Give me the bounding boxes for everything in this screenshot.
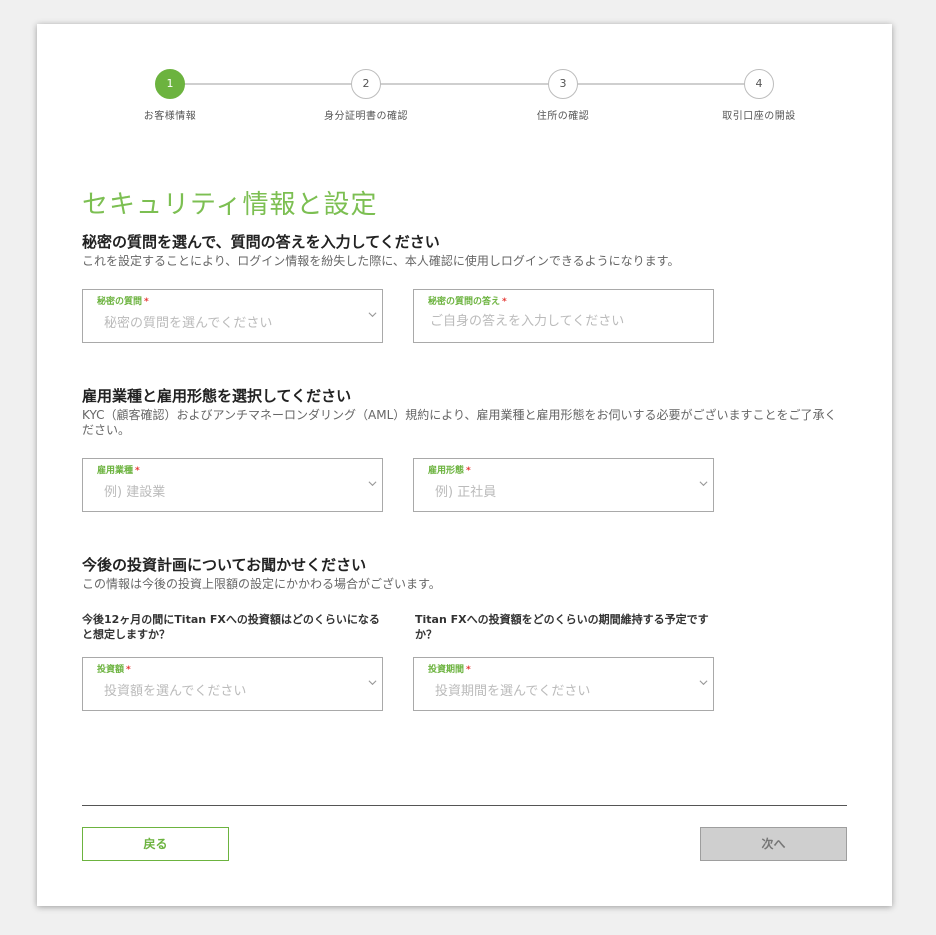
progress-stepper: 1 2 3 4 お客様情報 身分証明書の確認 住所の確認 取引口座の開設 [37, 24, 892, 134]
step-connector [380, 83, 549, 85]
employment-type-label-text: 雇用形態 [428, 466, 465, 476]
secret-question-select[interactable]: 秘密の質問 * 秘密の質問を選んでください [82, 289, 383, 343]
investment-amount-question: 今後12ヶ月の間にTitan FXへの投資額はどのくらいになると想定しますか？ [82, 613, 380, 641]
chevron-down-icon [699, 680, 708, 686]
chevron-down-icon [368, 312, 377, 318]
step-4-indicator: 4 [744, 69, 774, 99]
employment-industry-select[interactable]: 雇用業種 * 例) 建設業 [82, 458, 383, 512]
secret-question-placeholder: 秘密の質問を選んでください [104, 316, 273, 331]
secret-question-label: 秘密の質問 * [97, 294, 149, 307]
investment-amount-placeholder: 投資額を選んでください [104, 684, 247, 699]
investment-period-label: 投資期間 * [428, 662, 471, 675]
required-mark: * [466, 665, 471, 675]
step-4-label: 取引口座の開設 [722, 111, 796, 122]
employment-type-placeholder: 例) 正社員 [435, 485, 497, 500]
next-button[interactable]: 次へ [700, 827, 847, 861]
required-mark: * [126, 665, 131, 675]
investment-amount-label: 投資額 * [97, 662, 131, 675]
page-title: セキュリティ情報と設定 [82, 190, 378, 220]
step-connector [577, 83, 745, 85]
chevron-down-icon [699, 481, 708, 487]
step-1-label: お客様情報 [143, 111, 197, 122]
registration-card: 1 2 3 4 お客様情報 身分証明書の確認 住所の確認 取引口座の開設 セキュ… [37, 24, 892, 906]
investment-period-select[interactable]: 投資期間 * 投資期間を選んでください [413, 657, 714, 711]
step-2-label: 身分証明書の確認 [324, 111, 408, 122]
employment-industry-label-text: 雇用業種 [97, 466, 134, 476]
employment-section-description: KYC（顧客確認）およびアンチマネーロンダリング（AML）規約により、雇用業種と… [82, 408, 837, 437]
employment-section-title: 雇用業種と雇用形態を選択してください [82, 387, 352, 405]
secret-answer-field[interactable]: 秘密の質問の答え * [413, 289, 714, 343]
step-3-label: 住所の確認 [536, 111, 590, 122]
footer-divider [82, 805, 847, 806]
step-connector [170, 83, 366, 85]
investment-period-question: Titan FXへの投資額をどのくらいの期間維持する予定ですか？ [415, 613, 709, 641]
secret-question-label-text: 秘密の質問 [97, 297, 143, 307]
secret-answer-input[interactable] [428, 310, 702, 332]
security-section-title: 秘密の質問を選んで、質問の答えを入力してください [82, 233, 440, 251]
secret-answer-label-text: 秘密の質問の答え [428, 297, 501, 307]
back-button[interactable]: 戻る [82, 827, 229, 861]
chevron-down-icon [368, 481, 377, 487]
step-3-indicator: 3 [548, 69, 578, 99]
chevron-down-icon [368, 680, 377, 686]
required-mark: * [135, 466, 140, 476]
step-1-indicator: 1 [155, 69, 185, 99]
required-mark: * [144, 297, 149, 307]
employment-industry-label: 雇用業種 * [97, 463, 140, 476]
employment-type-select[interactable]: 雇用形態 * 例) 正社員 [413, 458, 714, 512]
required-mark: * [502, 297, 507, 307]
investment-section-description: この情報は今後の投資上限額の設定にかかわる場合がございます。 [82, 577, 441, 591]
employment-type-label: 雇用形態 * [428, 463, 471, 476]
required-mark: * [466, 466, 471, 476]
secret-answer-label: 秘密の質問の答え * [428, 294, 507, 307]
investment-amount-label-text: 投資額 [97, 665, 125, 675]
investment-amount-select[interactable]: 投資額 * 投資額を選んでください [82, 657, 383, 711]
security-section-description: これを設定することにより、ログイン情報を紛失した際に、本人確認に使用しログインで… [82, 254, 680, 268]
investment-period-label-text: 投資期間 [428, 665, 465, 675]
investment-section-title: 今後の投資計画についてお聞かせください [82, 556, 367, 574]
investment-period-placeholder: 投資期間を選んでください [435, 684, 591, 699]
employment-industry-placeholder: 例) 建設業 [104, 485, 166, 500]
step-2-indicator: 2 [351, 69, 381, 99]
